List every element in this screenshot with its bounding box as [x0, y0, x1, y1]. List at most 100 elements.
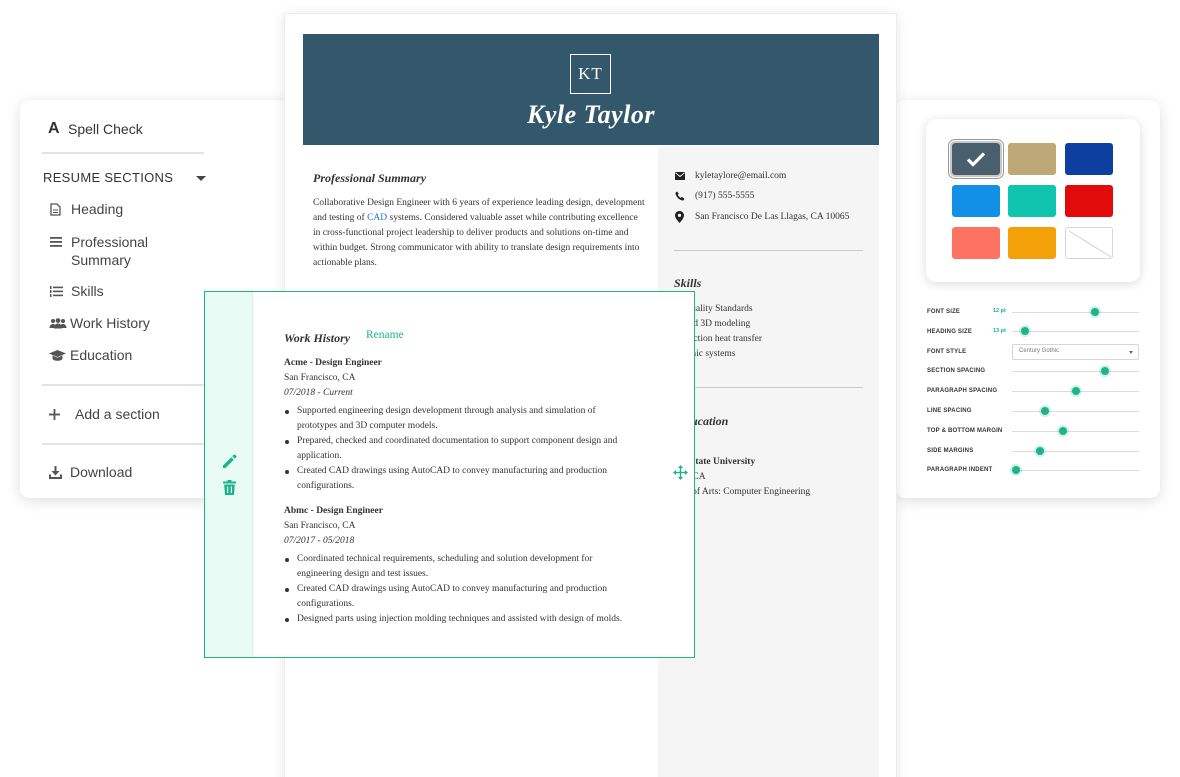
contact-email: kyletaylore@email.com: [675, 171, 786, 181]
download-icon: [49, 465, 70, 479]
font-style-value: Century Gothic: [1019, 348, 1060, 354]
heading-size-slider[interactable]: [1012, 331, 1139, 332]
side-margins-slider[interactable]: [1012, 451, 1139, 452]
skills-heading: Skills: [674, 276, 702, 290]
bullet-item: Designed parts using injection molding t…: [284, 612, 624, 627]
color-swatch[interactable]: [1065, 143, 1113, 175]
checkmark-icon: [966, 152, 986, 167]
resume-header[interactable]: KT Kyle Taylor: [303, 34, 879, 145]
divider: [42, 443, 204, 445]
spell-check-icon: A: [48, 120, 60, 137]
move-arrows-icon[interactable]: [673, 465, 688, 485]
design-settings-panel: FONT SIZE 12 pt HEADING SIZE 13 pt FONT …: [895, 100, 1160, 498]
setting-label: FONT STYLE: [927, 349, 967, 355]
plus-icon: [49, 408, 75, 420]
no-color-swatch[interactable]: [1065, 227, 1113, 259]
education-details[interactable]: 15 ose State University ose, CA elor of …: [675, 440, 810, 500]
setting-label: HEADING SIZE: [927, 329, 973, 335]
cad-link[interactable]: CAD: [367, 213, 387, 223]
sidebar-item-education[interactable]: Education: [49, 347, 132, 363]
slider-knob[interactable]: [1100, 367, 1109, 375]
slider-knob[interactable]: [1020, 327, 1029, 335]
edit-pencil-icon[interactable]: [222, 454, 237, 474]
divider: [674, 387, 863, 388]
job-dates: 07/2017 - 05/2018: [284, 536, 355, 546]
color-swatch[interactable]: [950, 141, 1002, 177]
list-lines-icon: [50, 237, 71, 247]
color-swatch[interactable]: [1008, 143, 1056, 175]
phone-icon: [675, 191, 695, 201]
slider-knob[interactable]: [1071, 387, 1080, 395]
work-history-section-editor[interactable]: Work History Rename Acme - Design Engine…: [204, 291, 695, 658]
rename-link[interactable]: Rename: [366, 329, 404, 341]
sidebar-item-heading[interactable]: Heading: [50, 201, 123, 217]
job-location: San Francisco, CA: [284, 373, 356, 383]
education-degree: elor of Arts: Computer Engineering: [675, 487, 811, 497]
setting-label: PARAGRAPH SPACING: [927, 388, 998, 394]
color-swatch[interactable]: [952, 227, 1000, 259]
sidebar-item-professional-summary[interactable]: Professional Summary: [50, 233, 148, 269]
color-swatch[interactable]: [1065, 185, 1113, 217]
education-year: 15: [675, 440, 810, 455]
top-bottom-margin-slider[interactable]: [1012, 431, 1139, 432]
sidebar-item-skills[interactable]: Skills: [50, 283, 104, 299]
setting-label: SIDE MARGINS: [927, 448, 974, 454]
spell-check-button[interactable]: A Spell Check: [48, 120, 143, 138]
education-school: ose State University: [675, 457, 756, 467]
line-spacing-slider[interactable]: [1012, 411, 1139, 412]
font-style-select[interactable]: Century Gothic: [1012, 344, 1139, 360]
contact-address: San Francisco De Las Llagas, CA 10065: [675, 211, 849, 223]
sidebar-item-label: Heading: [71, 201, 124, 217]
job-title: Abmc - Design Engineer: [284, 506, 383, 516]
job-dates: 07/2018 - Current: [284, 388, 353, 398]
color-swatch[interactable]: [1008, 185, 1056, 217]
divider: [42, 384, 204, 386]
candidate-name: Kyle Taylor: [526, 100, 656, 129]
education-city: ose, CA: [675, 472, 706, 482]
bullet-item: Prepared, checked and coordinated docume…: [284, 434, 624, 464]
document-icon: [50, 202, 71, 216]
chevron-down-icon: [1129, 351, 1133, 354]
color-swatch[interactable]: [1008, 227, 1056, 259]
sidebar-item-label: Skills: [71, 283, 104, 299]
spell-check-label: Spell Check: [68, 121, 143, 137]
slider-knob[interactable]: [1090, 308, 1099, 316]
trash-icon[interactable]: [223, 480, 236, 500]
sidebar-item-label-wrap: Professional Summary: [71, 233, 148, 269]
resume-sections-title: RESUME SECTIONS: [43, 170, 174, 185]
download-label: Download: [70, 464, 133, 480]
font-size-slider[interactable]: [1012, 312, 1139, 313]
divider: [42, 152, 204, 154]
job-bullets: Supported engineering design development…: [284, 404, 624, 494]
location-pin-icon: [675, 211, 695, 223]
bullet-item: Created CAD drawings using AutoCAD to co…: [284, 582, 624, 612]
summary-text[interactable]: Collaborative Design Engineer with 6 yea…: [313, 196, 645, 271]
add-section-button[interactable]: Add a section: [49, 406, 160, 422]
sidebar-item-label: Work History: [70, 315, 150, 331]
bullet-item: Created CAD drawings using AutoCAD to co…: [284, 464, 624, 494]
section-spacing-slider[interactable]: [1012, 371, 1139, 372]
download-button[interactable]: Download: [49, 464, 132, 480]
sidebar-item-work-history[interactable]: Work History: [49, 315, 150, 331]
address-text: San Francisco De Las Llagas, CA 10065: [695, 212, 850, 222]
numbered-list-icon: [50, 285, 71, 297]
slider-knob[interactable]: [1041, 407, 1050, 415]
slider-knob[interactable]: [1011, 466, 1020, 474]
chevron-down-icon[interactable]: [196, 176, 206, 181]
setting-label: FONT SIZE: [927, 309, 961, 315]
job-title: Acme - Design Engineer: [284, 358, 382, 368]
contact-phone: (917) 555-5555: [675, 191, 754, 201]
setting-label: TOP & BOTTOM MARGIN: [927, 428, 1003, 434]
slider-knob[interactable]: [1035, 447, 1044, 455]
summary-heading: Professional Summary: [313, 171, 427, 185]
paragraph-indent-slider[interactable]: [1012, 470, 1139, 471]
graduation-cap-icon: [49, 349, 70, 361]
color-picker: [926, 119, 1140, 282]
job-location: San Francisco, CA: [284, 521, 356, 531]
color-swatch[interactable]: [952, 185, 1000, 217]
users-icon: [49, 317, 70, 329]
divider: [674, 250, 863, 251]
sidebar-item-label: Education: [70, 347, 133, 363]
slider-knob[interactable]: [1058, 427, 1067, 435]
sidebar-item-label: Professional: [71, 234, 149, 250]
